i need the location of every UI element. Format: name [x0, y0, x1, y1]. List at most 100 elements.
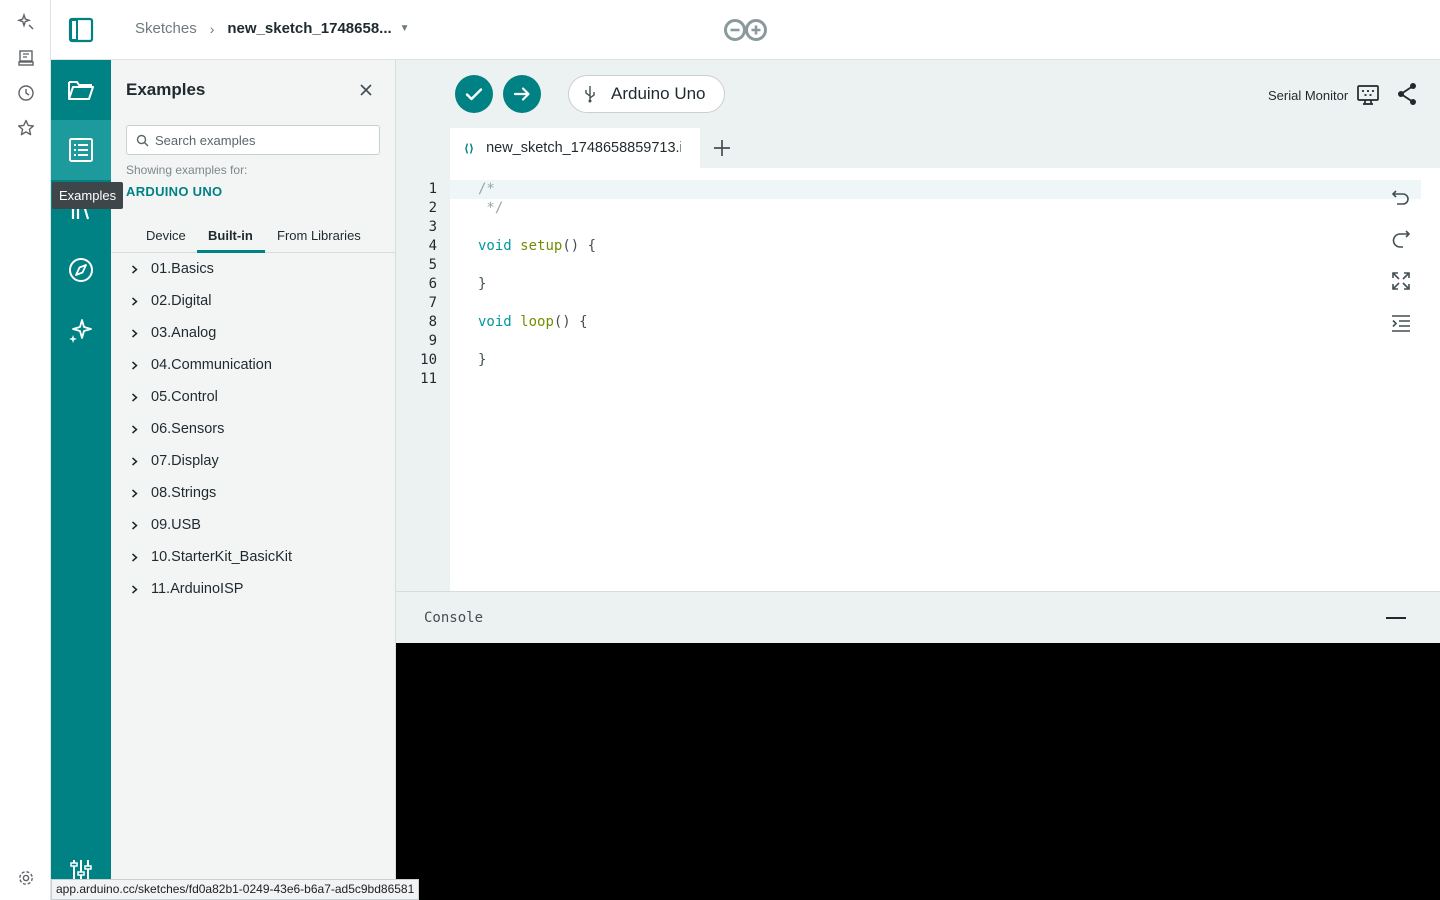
- indent-icon: [1392, 315, 1410, 332]
- checkmark-icon: [465, 88, 483, 101]
- line-number: 1: [428, 181, 437, 197]
- code-token: /*: [478, 181, 495, 197]
- example-folder-label: 03.Analog: [151, 325, 217, 341]
- code-line: void loop() {: [478, 314, 588, 330]
- search-examples-box: [126, 125, 380, 155]
- example-folder-label: 05.Control: [151, 389, 218, 405]
- share-icon: [1398, 83, 1416, 105]
- example-folder-item[interactable]: 09.USB: [111, 509, 396, 541]
- code-line: }: [478, 276, 486, 292]
- chevron-right-icon: [132, 264, 138, 274]
- indent-button[interactable]: [1390, 312, 1412, 334]
- line-number: 9: [428, 333, 437, 349]
- minimize-console-icon[interactable]: [1386, 617, 1406, 619]
- search-icon: [136, 134, 149, 147]
- history-icon[interactable]: [15, 82, 37, 104]
- board-selector[interactable]: Arduino Uno: [568, 75, 725, 113]
- star-icon[interactable]: [15, 117, 37, 139]
- example-folder-label: 04.Communication: [151, 357, 272, 373]
- close-icon: [360, 84, 372, 96]
- code-token: void: [478, 238, 512, 254]
- code-line: */: [478, 200, 503, 216]
- code-token: () {: [553, 314, 588, 330]
- breadcrumb: Sketches › new_sketch_1748658... ▼: [135, 20, 410, 37]
- chevron-right-icon: [132, 424, 138, 434]
- nav-tooltip: Examples: [52, 182, 124, 209]
- chevron-right-icon: [132, 328, 138, 338]
- tab-device[interactable]: Device: [146, 228, 186, 243]
- file-tab-label: new_sketch_1748658859713.ino: [486, 140, 682, 156]
- serial-monitor-label: Serial Monitor: [1268, 87, 1349, 103]
- chevron-right-icon: [132, 488, 138, 498]
- code-token: }: [478, 276, 487, 292]
- editor-toolbar: Arduino Uno Serial Monitor ⟨⟩ new_sketch…: [396, 60, 1440, 168]
- settings-gear-icon[interactable]: [15, 867, 37, 889]
- console-title: Console: [424, 610, 484, 626]
- code-token: () {: [562, 238, 597, 254]
- example-folder-item[interactable]: 08.Strings: [111, 477, 396, 509]
- example-folder-item[interactable]: 01.Basics: [111, 253, 396, 285]
- example-folder-item[interactable]: 04.Communication: [111, 349, 396, 381]
- sketch-name[interactable]: new_sketch_1748658...: [227, 20, 391, 37]
- sparkles-icon: [69, 319, 92, 343]
- redo-button[interactable]: [1390, 228, 1412, 250]
- code-editor[interactable]: /* */void setup() {} void loop() {}: [450, 168, 1440, 591]
- fullscreen-button[interactable]: [1390, 270, 1412, 292]
- code-token: setup: [520, 238, 563, 254]
- plus-icon: [714, 140, 730, 156]
- search-examples-input[interactable]: [155, 130, 375, 150]
- panel-title: Examples: [126, 80, 206, 99]
- example-folder-item[interactable]: 10.StarterKit_BasicKit: [111, 541, 396, 573]
- code-token: loop: [520, 314, 554, 330]
- file-tab[interactable]: ⟨⟩ new_sketch_1748658859713.ino: [450, 128, 700, 168]
- redo-icon: [1392, 230, 1411, 248]
- breadcrumb-sketches-link[interactable]: Sketches: [135, 20, 197, 37]
- console-output: [396, 643, 1440, 900]
- example-folder-label: 08.Strings: [151, 485, 217, 501]
- chevron-right-icon: [132, 520, 138, 530]
- toggle-sidebar-button[interactable]: [68, 17, 94, 43]
- breadcrumb-separator: ›: [209, 20, 215, 37]
- example-folder-item[interactable]: 07.Display: [111, 445, 396, 477]
- example-folder-item[interactable]: 11.ArduinoISP: [111, 573, 396, 605]
- browser-sidebar: [0, 0, 51, 900]
- sparkle-pin-icon[interactable]: [15, 11, 37, 33]
- nav-examples[interactable]: [51, 120, 111, 180]
- add-file-button[interactable]: [712, 138, 732, 158]
- example-folder-item[interactable]: 03.Analog: [111, 317, 396, 349]
- example-folder-item[interactable]: 02.Digital: [111, 285, 396, 317]
- tab-built-in[interactable]: Built-in: [208, 228, 253, 243]
- save-page-icon[interactable]: [15, 47, 37, 69]
- console-header: Console: [396, 591, 1440, 643]
- tab-from-libraries[interactable]: From Libraries: [277, 228, 361, 243]
- examples-list-icon: [69, 138, 93, 162]
- upload-button[interactable]: [503, 75, 541, 113]
- nav-sketchbook[interactable]: [51, 60, 111, 120]
- chevron-right-icon: [132, 360, 138, 370]
- examples-panel: Examples Showing examples for: ARDUINO U…: [111, 60, 396, 900]
- line-number: 10: [420, 352, 437, 368]
- example-folder-item[interactable]: 06.Sensors: [111, 413, 396, 445]
- example-folder-label: 10.StarterKit_BasicKit: [151, 549, 293, 565]
- nav-ai-assistant[interactable]: [51, 300, 111, 360]
- folder-open-icon: [68, 81, 94, 100]
- line-number: 2: [428, 200, 437, 216]
- example-folder-item[interactable]: 05.Control: [111, 381, 396, 413]
- undo-icon: [1391, 190, 1409, 205]
- undo-button[interactable]: [1390, 186, 1412, 208]
- share-button[interactable]: [1396, 82, 1418, 106]
- chevron-down-icon[interactable]: ▼: [400, 23, 410, 34]
- showing-examples-label: Showing examples for:: [126, 163, 248, 177]
- serial-monitor-button[interactable]: Serial Monitor: [1268, 84, 1380, 106]
- nav-reference[interactable]: [51, 240, 111, 300]
- line-number: 11: [420, 371, 437, 387]
- close-panel-button[interactable]: [358, 82, 374, 98]
- code-token: void: [478, 314, 512, 330]
- code-line: void setup() {: [478, 238, 596, 254]
- example-folder-label: 11.ArduinoISP: [151, 581, 244, 597]
- monitor-icon: [1357, 85, 1380, 105]
- example-folder-label: 09.USB: [151, 517, 201, 533]
- line-number: 4: [428, 238, 437, 254]
- verify-button[interactable]: [455, 75, 493, 113]
